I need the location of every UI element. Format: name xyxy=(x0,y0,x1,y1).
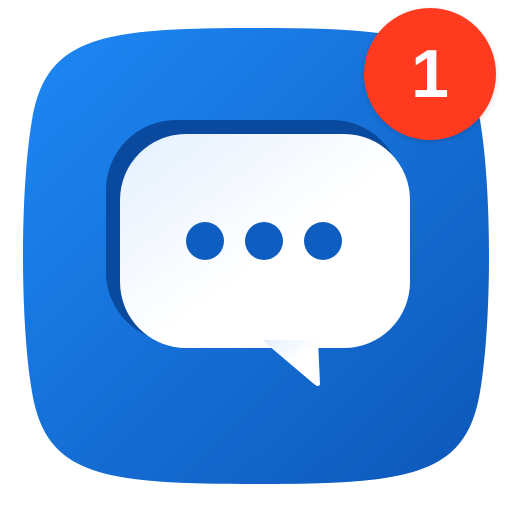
notification-badge: 1 xyxy=(364,8,496,140)
notification-count: 1 xyxy=(411,36,449,112)
app-icon-stage: 1 xyxy=(0,0,512,512)
typing-dots-icon xyxy=(186,222,342,260)
